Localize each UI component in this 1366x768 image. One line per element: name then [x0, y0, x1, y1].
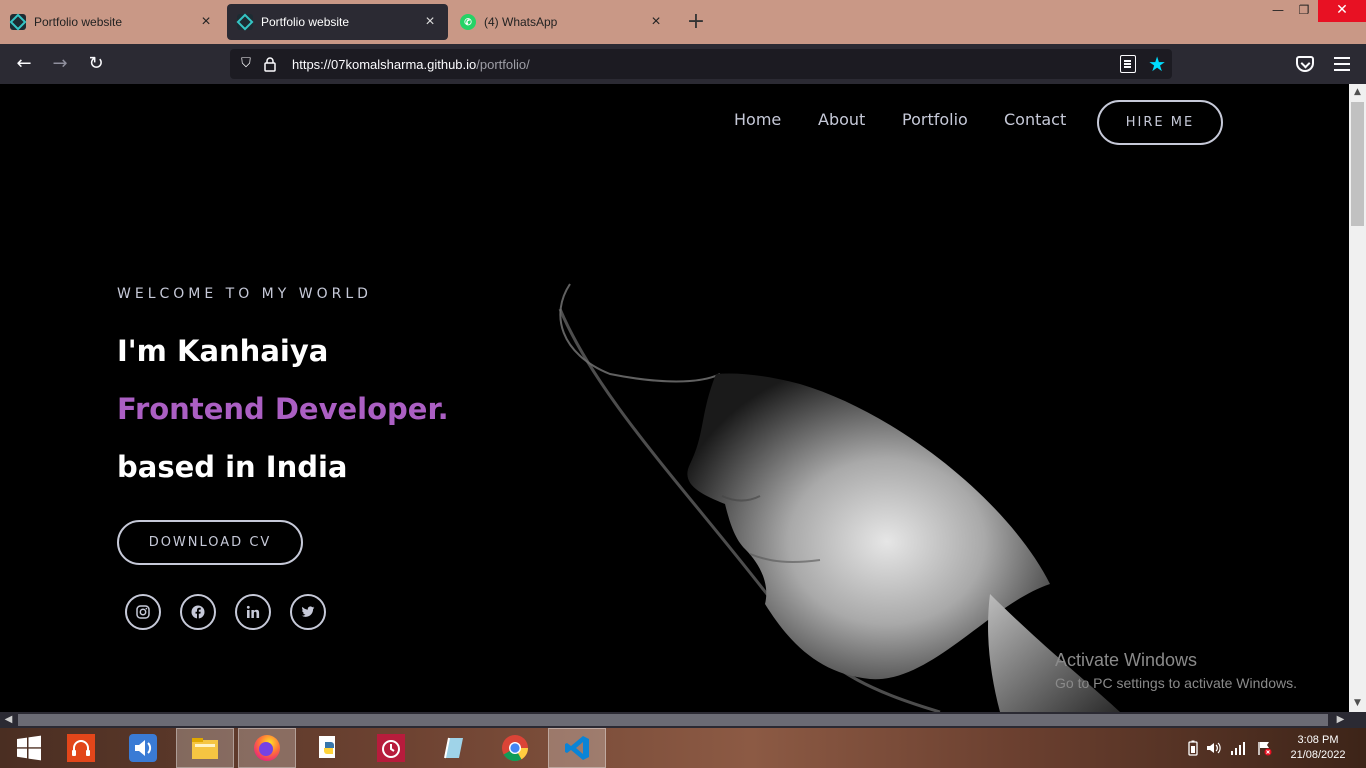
close-window-button[interactable]: ✕ — [1318, 0, 1366, 22]
horizontal-scrollbar[interactable]: ◀ ▶ — [0, 712, 1349, 728]
lock-icon[interactable] — [262, 56, 278, 72]
tab-title: Portfolio website — [34, 15, 123, 29]
taskbar-clock[interactable]: 3:08 PM 21/08/2022 — [1282, 733, 1354, 763]
intro-name-heading: I'm Kanhaiya — [117, 334, 329, 368]
url-host: https://07komalsharma.github.io — [292, 56, 477, 72]
taskbar-firefox[interactable] — [238, 728, 296, 768]
portfolio-favicon-icon — [10, 14, 26, 30]
vertical-scrollbar[interactable]: ▲ ▼ — [1349, 84, 1366, 712]
alarm-clock-icon — [377, 734, 405, 762]
linkedin-icon — [246, 605, 260, 618]
facebook-link[interactable] — [180, 594, 216, 630]
bookmark-star-icon[interactable]: ★ — [1148, 52, 1166, 76]
file-explorer-icon — [192, 738, 218, 759]
taskbar-alarm-clock[interactable] — [362, 728, 420, 768]
tab-close-icon[interactable]: × — [198, 14, 214, 30]
watermark-title: Activate Windows — [1055, 650, 1198, 670]
restore-window-button[interactable]: ❐ — [1290, 0, 1318, 22]
tab-portfolio-1[interactable]: Portfolio website × — [0, 4, 224, 40]
welcome-tagline: WELCOME TO MY WORLD — [117, 286, 372, 302]
python-icon — [319, 736, 335, 758]
browser-tab-strip: Portfolio website × Portfolio website × … — [0, 0, 1366, 44]
scrollbar-corner — [1349, 712, 1366, 728]
activate-windows-watermark: Activate Windows Go to PC settings to ac… — [1055, 650, 1297, 691]
tab-close-icon[interactable]: × — [648, 14, 664, 30]
instagram-link[interactable] — [125, 594, 161, 630]
horizontal-scroll-thumb[interactable] — [18, 714, 1328, 726]
hamburger-menu-icon[interactable] — [1334, 57, 1350, 71]
windows-start-button[interactable] — [0, 728, 58, 768]
volume-app-icon — [129, 734, 157, 762]
vscode-icon — [565, 736, 589, 760]
scroll-right-arrow-icon[interactable]: ▶ — [1332, 712, 1349, 728]
taskbar-chrome[interactable] — [486, 728, 544, 768]
scroll-left-arrow-icon[interactable]: ◀ — [0, 712, 17, 728]
facebook-icon — [191, 605, 205, 619]
nav-home-link[interactable]: Home — [734, 110, 781, 129]
linkedin-link[interactable] — [235, 594, 271, 630]
intro-location-heading: based in India — [117, 450, 348, 484]
forward-button[interactable]: → — [48, 52, 72, 76]
taskbar-music-app[interactable] — [52, 728, 110, 768]
taskbar-volume-app[interactable] — [114, 728, 172, 768]
portfolio-favicon-icon — [237, 14, 253, 30]
clock-time: 3:08 PM — [1297, 734, 1339, 746]
nav-portfolio-link[interactable]: Portfolio — [902, 110, 968, 129]
pocket-icon[interactable] — [1296, 56, 1314, 72]
whatsapp-favicon-icon: ✆ — [460, 14, 476, 30]
battery-icon[interactable] — [1188, 740, 1198, 756]
tab-title: (4) WhatsApp — [484, 15, 558, 29]
tab-portfolio-2[interactable]: Portfolio website × — [227, 4, 448, 40]
chrome-icon — [502, 735, 529, 762]
tab-whatsapp[interactable]: ✆ (4) WhatsApp × — [450, 4, 674, 40]
new-tab-button[interactable]: + — [684, 8, 708, 36]
reload-button[interactable]: ↻ — [84, 52, 108, 76]
windows-taskbar: 3:08 PM 21/08/2022 — [0, 728, 1366, 768]
speaker-icon[interactable] — [1206, 740, 1222, 756]
firefox-icon — [254, 735, 280, 761]
back-button[interactable]: ← — [12, 52, 36, 76]
nav-contact-link[interactable]: Contact — [1004, 110, 1066, 129]
taskbar-python[interactable] — [300, 728, 358, 768]
nav-about-link[interactable]: About — [818, 110, 865, 129]
download-cv-button[interactable]: DOWNLOAD CV — [117, 520, 303, 565]
action-center-flag-icon[interactable] — [1256, 740, 1272, 756]
watermark-subtitle: Go to PC settings to activate Windows. — [1055, 675, 1297, 691]
twitter-icon — [301, 606, 315, 617]
twitter-link[interactable] — [290, 594, 326, 630]
scroll-up-arrow-icon[interactable]: ▲ — [1349, 84, 1366, 101]
scroll-down-arrow-icon[interactable]: ▼ — [1349, 695, 1366, 712]
instagram-icon — [136, 605, 150, 619]
music-app-icon — [67, 734, 95, 762]
notes-app-icon — [444, 737, 463, 759]
browser-toolbar: ← → ↻ ⛉ https://07komalsharma.github.io/… — [0, 44, 1366, 84]
minimize-window-button[interactable]: — — [1264, 0, 1292, 22]
taskbar-notes-app[interactable] — [424, 728, 482, 768]
address-bar[interactable]: ⛉ https://07komalsharma.github.io/portfo… — [230, 49, 1172, 79]
url-text[interactable]: https://07komalsharma.github.io/portfoli… — [292, 57, 530, 72]
network-signal-icon[interactable] — [1230, 740, 1246, 756]
hire-me-button[interactable]: HIRE ME — [1097, 100, 1223, 145]
url-path: /portfolio/ — [476, 56, 530, 72]
shield-icon[interactable]: ⛉ — [238, 56, 254, 72]
taskbar-vscode[interactable] — [548, 728, 606, 768]
tab-title: Portfolio website — [261, 15, 350, 29]
taskbar-file-explorer[interactable] — [176, 728, 234, 768]
page-viewport: Home About Portfolio Contact HIRE ME WEL… — [0, 84, 1349, 712]
vertical-scroll-thumb[interactable] — [1351, 102, 1364, 226]
clock-date: 21/08/2022 — [1290, 749, 1346, 761]
tab-close-icon[interactable]: × — [422, 14, 438, 30]
reader-view-icon[interactable] — [1120, 55, 1136, 73]
windows-start-icon — [17, 735, 41, 761]
intro-role-heading: Frontend Developer. — [117, 392, 449, 426]
